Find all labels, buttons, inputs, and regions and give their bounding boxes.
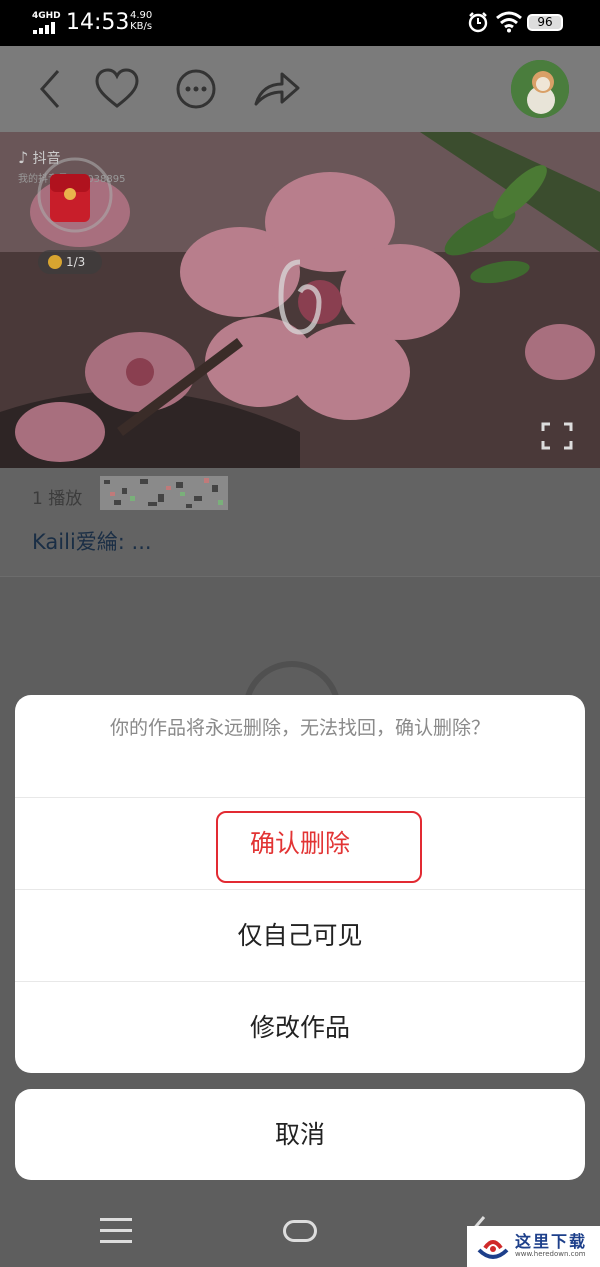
share-icon[interactable]	[252, 68, 302, 110]
divider	[0, 576, 600, 577]
edit-work-button[interactable]: 修改作品	[15, 982, 585, 1073]
back-icon[interactable]	[36, 68, 64, 110]
highlight-box	[216, 811, 422, 883]
delete-action-sheet: 你的作品将永远删除，无法找回，确认删除？ 确认删除 仅自己可见 修改作品	[15, 695, 585, 1073]
post-caption: Kaili爱綸: ...	[32, 530, 152, 554]
watermark-logo	[477, 1240, 509, 1259]
app-bar	[0, 46, 600, 132]
private-visibility-button[interactable]: 仅自己可见	[15, 890, 585, 982]
play-count: 1 播放	[32, 489, 83, 509]
menu-icon[interactable]	[100, 1218, 132, 1251]
status-bar: 4GHD 14:53 4.90 KB/s 96	[0, 0, 600, 46]
watermark-url: www.heredown.com	[515, 1250, 586, 1258]
coin-counter: 1/3	[38, 250, 102, 274]
delete-warning-message: 你的作品将永远删除，无法找回，确认删除？	[109, 717, 490, 739]
alarm-icon	[468, 12, 488, 33]
red-packet-progress[interactable]	[34, 154, 116, 236]
battery-indicator: 96	[527, 14, 563, 31]
watermark-text: 这里下载	[515, 1232, 588, 1251]
douyin-icon: ♪	[18, 148, 29, 167]
play-indicator-icon	[278, 259, 322, 335]
wifi-icon	[496, 11, 522, 33]
clock: 14:53	[66, 10, 130, 35]
post-info	[0, 468, 600, 576]
avatar-image	[511, 60, 569, 118]
site-watermark: 这里下载 www.heredown.com	[467, 1226, 600, 1267]
redacted-mosaic	[100, 476, 228, 510]
home-icon[interactable]	[283, 1220, 317, 1242]
network-speed: 4.90 KB/s	[130, 10, 153, 32]
coin-icon	[48, 255, 62, 269]
cancel-button[interactable]: 取消	[15, 1089, 585, 1180]
network-type: 4GHD	[32, 11, 61, 21]
user-avatar[interactable]	[511, 60, 569, 118]
video-player[interactable]: ♪ 抖音 我的抖音号: 74038895 1/3	[0, 132, 600, 468]
more-icon[interactable]	[175, 68, 217, 110]
fullscreen-icon[interactable]	[541, 422, 573, 450]
heart-icon[interactable]	[94, 68, 140, 110]
signal-icon	[33, 22, 55, 34]
